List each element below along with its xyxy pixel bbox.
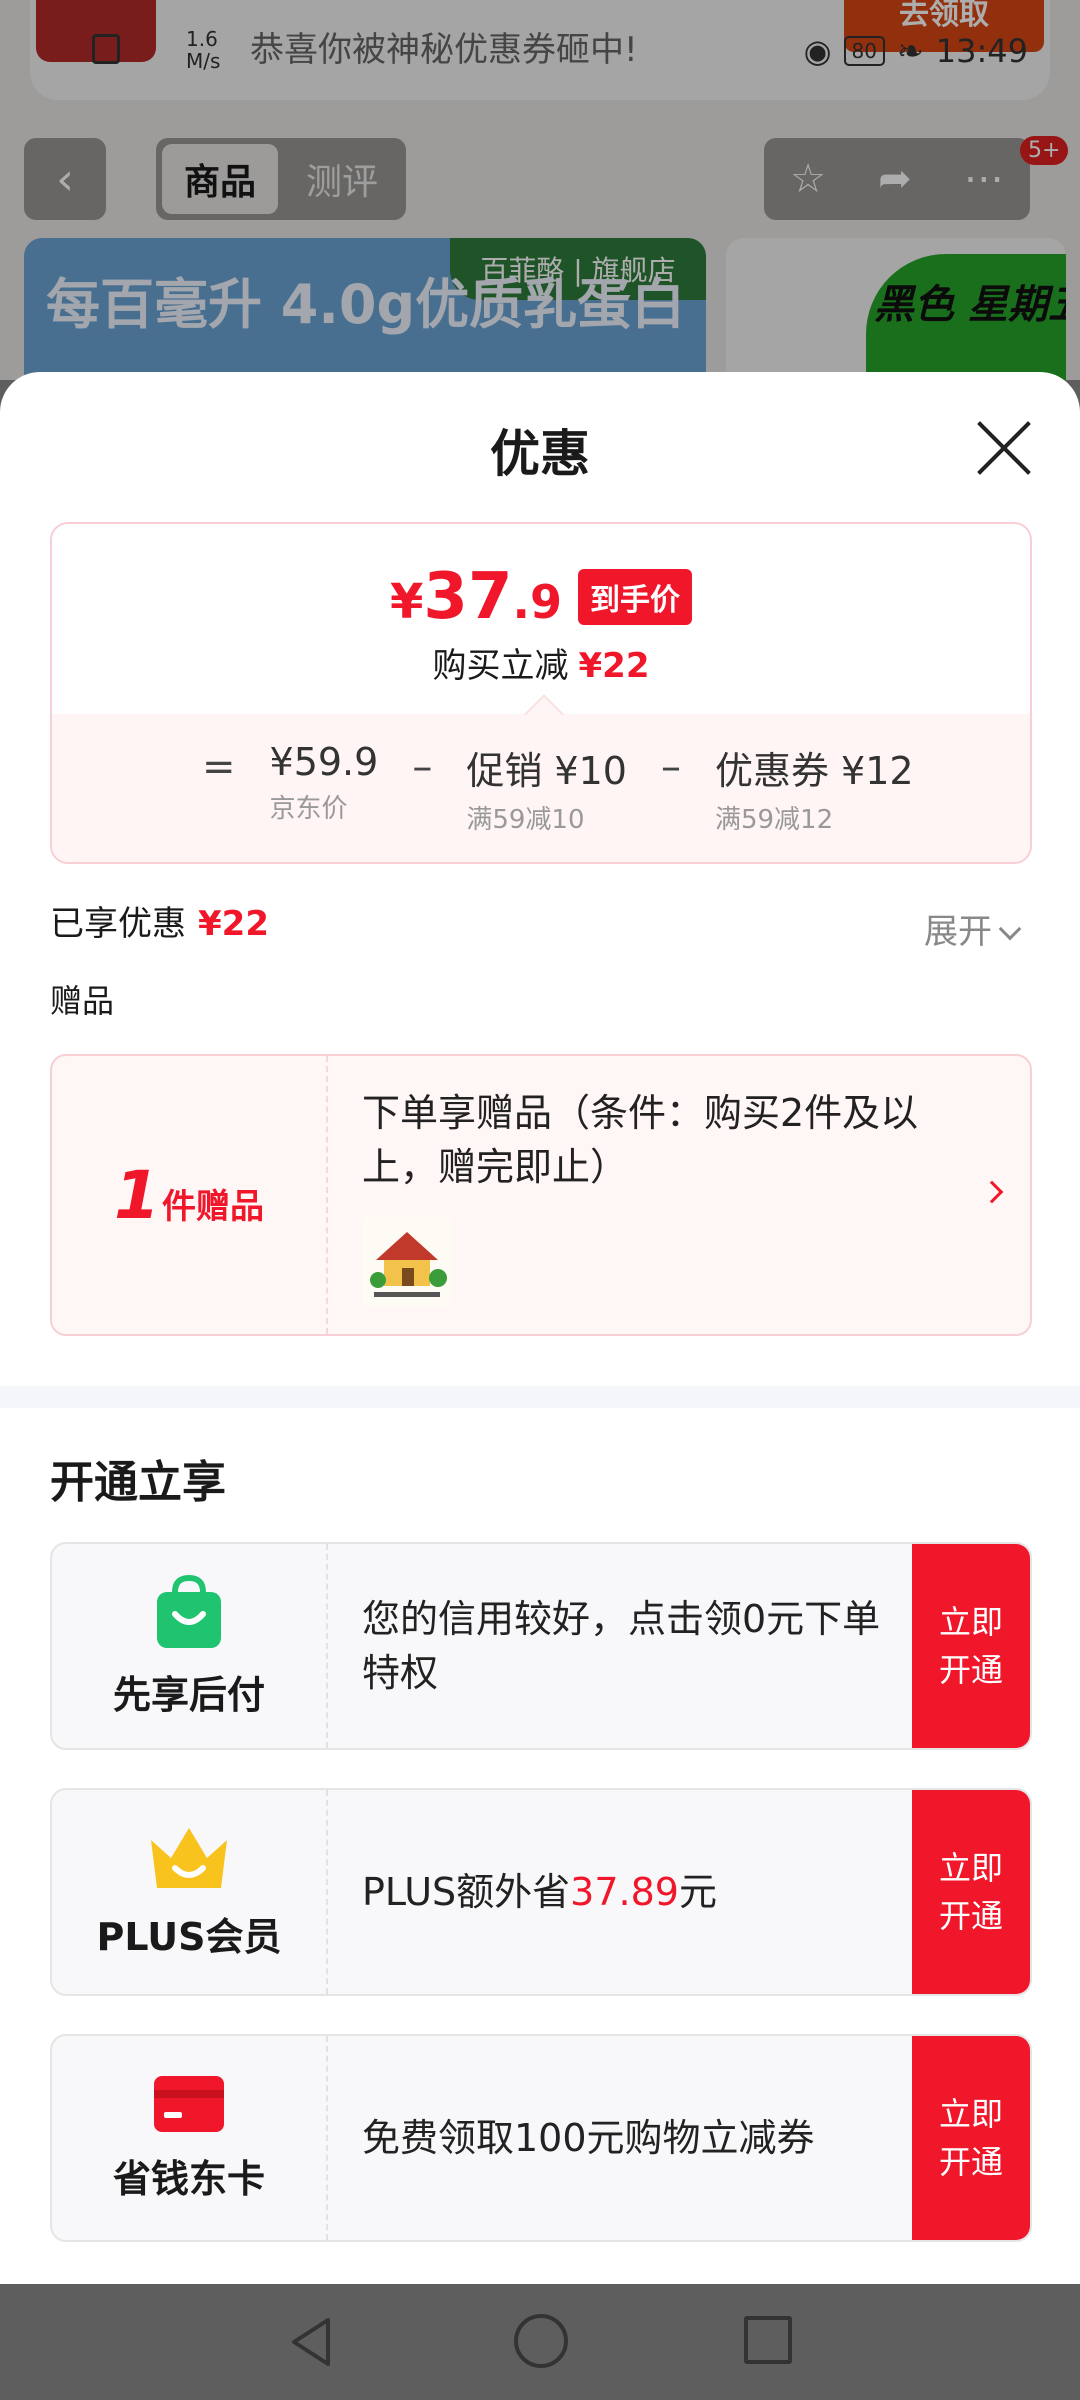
service-card-pay-later: 先享后付 您的信用较好，点击领0元下单特权 立即开通 (50, 1542, 1032, 1750)
shopping-bag-icon (157, 1574, 221, 1648)
chevron-right-icon (980, 1180, 1004, 1204)
expand-toggle[interactable]: 展开 (924, 904, 1022, 953)
service-description: 您的信用较好，点击领0元下单特权 (362, 1597, 881, 1695)
service-card-plus: PLUS会员 PLUS额外省37.89元 立即开通 (50, 1788, 1032, 1996)
instant-saving: 购买立减 ¥22 (432, 646, 650, 686)
chevron-down-icon (998, 917, 1022, 941)
close-icon[interactable] (974, 418, 1034, 478)
nav-back-icon[interactable] (284, 2314, 340, 2370)
service-name: 省钱东卡 (112, 2156, 265, 2201)
nav-recents-icon[interactable] (744, 2316, 792, 2364)
service-description: 免费领取100元购物立减券 (362, 2116, 815, 2160)
system-nav-bar (0, 2284, 1080, 2400)
service-description: PLUS额外省37.89元 (362, 1870, 717, 1914)
gift-thumbnail (362, 1216, 452, 1306)
equals-sign: = (202, 744, 236, 790)
open-benefits-title: 开通立享 (50, 1457, 226, 1508)
background-page: 恭喜你被神秘优惠券砸中! 去领取 1.6 M/s ◉ 80 ❧ 13:49 ‹ … (0, 0, 1080, 380)
service-card-jd-card: 省钱东卡 免费领取100元购物立减券 立即开通 (50, 2034, 1032, 2242)
card-icon (154, 2075, 224, 2132)
promotion-discount: 促销 ¥10 满59减10 (466, 749, 627, 835)
section-divider (0, 1386, 1080, 1408)
final-price: ¥37.9 (390, 560, 562, 634)
gift-count: 1 件赠品 (52, 1056, 328, 1334)
crown-icon (151, 1827, 227, 1888)
price-formula: = ¥59.9 京东价 – 促销 ¥10 满59减10 – 优惠券 ¥12 满5… (52, 694, 1030, 862)
dim-overlay[interactable] (0, 0, 1080, 380)
open-now-button[interactable]: 立即开通 (912, 1544, 1030, 1748)
final-price-tag: 到手价 (577, 569, 692, 625)
final-price-section: ¥37.9 到手价 购买立减 ¥22 (52, 524, 1030, 714)
sheet-title: 优惠 (490, 425, 590, 483)
gift-description: 下单享赠品（条件：购买2件及以上，赠完即止） (362, 1091, 919, 1189)
service-name: PLUS会员 (96, 1914, 282, 1959)
enjoyed-discount: 已享优惠 ¥22 (50, 904, 269, 944)
gift-section-label: 赠品 (50, 982, 115, 1020)
open-now-button[interactable]: 立即开通 (912, 2036, 1030, 2240)
minus-sign: – (660, 744, 681, 790)
minus-sign: – (412, 744, 433, 790)
open-now-button[interactable]: 立即开通 (912, 1790, 1030, 1994)
service-name: 先享后付 (112, 1672, 265, 1717)
jd-price: ¥59.9 京东价 (269, 740, 379, 824)
discount-sheet: 优惠 ¥37.9 到手价 购买立减¥22 = ¥59.9 京东价 – 促销 ¥ (0, 372, 1080, 2284)
coupon-discount: 优惠券 ¥12 满59减12 (714, 749, 914, 835)
nav-home-icon[interactable] (514, 2314, 568, 2368)
price-breakdown-card: ¥37.9 到手价 购买立减 ¥22 = ¥59.9 京东价 – 促销 ¥10 满… (50, 522, 1032, 864)
gift-card[interactable]: 1 件赠品 下单享赠品（条件：购买2件及以上，赠完即止） (50, 1054, 1032, 1336)
